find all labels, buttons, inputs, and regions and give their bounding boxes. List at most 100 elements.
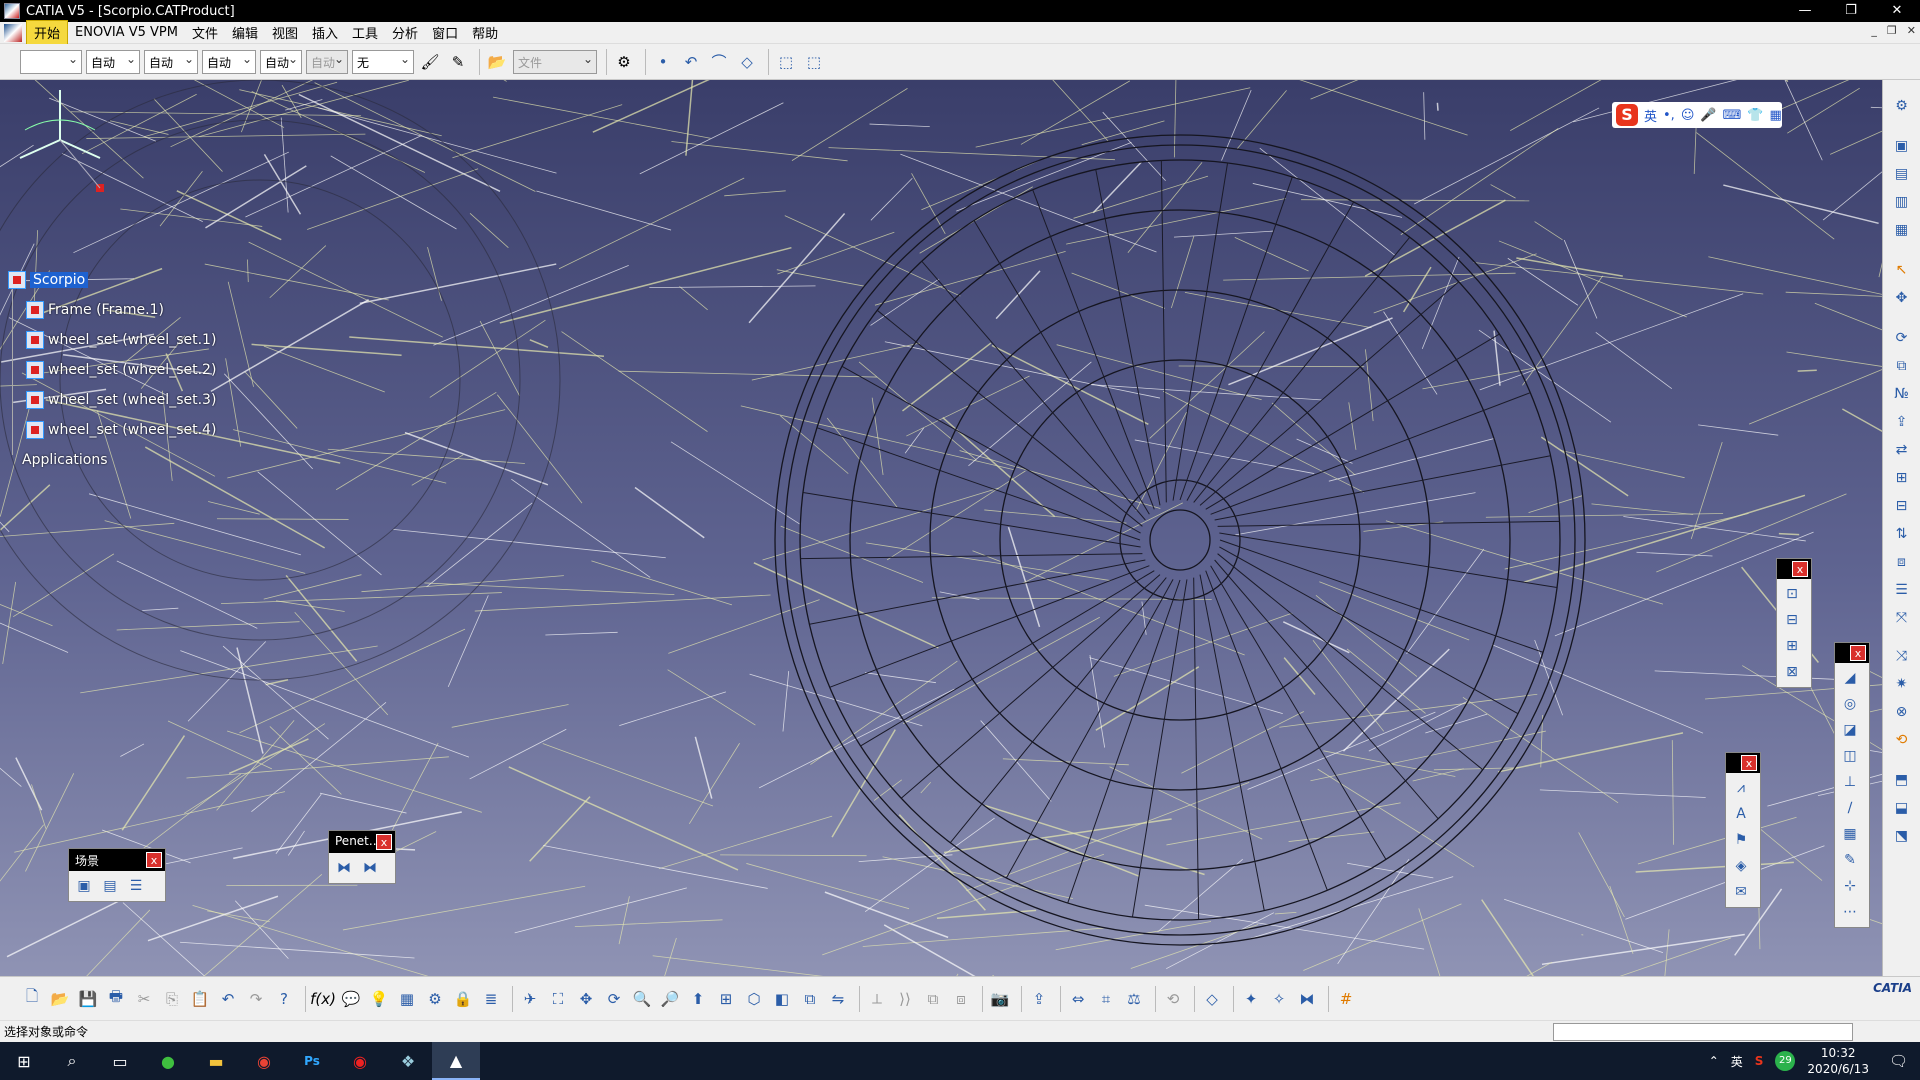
annotations-toolbar-close-button[interactable]: x	[1741, 755, 1757, 771]
multi-view-icon[interactable]: ⊞	[714, 987, 738, 1011]
menu-help[interactable]: 帮助	[465, 21, 505, 44]
apply-scene-icon[interactable]: ▤	[99, 875, 121, 897]
tree-item-applications[interactable]: Applications	[8, 445, 216, 475]
annotation-icon[interactable]: ✎	[1839, 849, 1861, 871]
chrome-icon[interactable]: ◉	[240, 1042, 288, 1080]
swap-visible-space-icon[interactable]: ⇋	[826, 987, 850, 1011]
zoom-in-icon[interactable]: 🔍	[630, 987, 654, 1011]
open-icon[interactable]: 📂	[48, 987, 72, 1011]
tray-badge[interactable]: 29	[1775, 1051, 1796, 1071]
sogou-ime-icon[interactable]: S	[1616, 104, 1638, 126]
close-button[interactable]: ✕	[1874, 0, 1920, 22]
pocket-icon[interactable]: ◪	[1839, 719, 1861, 741]
undo-icon[interactable]: ↶	[216, 987, 240, 1011]
mdi-restore-button[interactable]: ❐	[1887, 24, 1897, 37]
hole-icon[interactable]: ◎	[1839, 693, 1861, 715]
surface-icon[interactable]: ⌒	[707, 50, 731, 74]
existing-component-icon[interactable]: ⬔	[1890, 824, 1914, 847]
format-painter-icon[interactable]: 🖌	[418, 50, 442, 74]
whats-this-icon[interactable]: ?	[272, 987, 296, 1011]
color-combo[interactable]	[20, 49, 82, 74]
grid-icon[interactable]: ⋯	[1839, 901, 1861, 923]
grid-icon[interactable]: ▦	[1770, 108, 1782, 123]
add-icon[interactable]: ◫	[1839, 745, 1861, 767]
stop-manipulate-icon[interactable]: ⊗	[1890, 700, 1914, 723]
knowledge-advisor-icon[interactable]: ⚙	[423, 987, 447, 1011]
plane-icon[interactable]: ◇	[735, 50, 759, 74]
explode-icon[interactable]: ✷	[1890, 672, 1914, 695]
3d-viewport[interactable]: S 英 •, ☺ 🎤 ⌨ 👕 ▦ Scorpio Frame (Frame.1)…	[0, 80, 1882, 976]
component-icon[interactable]: ▤	[1890, 162, 1914, 185]
curve-icon[interactable]: ↶	[679, 50, 703, 74]
flexible-rigid-icon[interactable]: ⧈	[949, 987, 973, 1011]
update-all-icon[interactable]: ⟲	[1161, 987, 1185, 1011]
shading-icon[interactable]: ◧	[770, 987, 794, 1011]
assembly-features-toolbar-close-button[interactable]: x	[1850, 645, 1866, 661]
menu-insert[interactable]: 插入	[305, 21, 345, 44]
measure-inertia-icon[interactable]: ⚖	[1122, 987, 1146, 1011]
command-input[interactable]	[1553, 1023, 1853, 1041]
save-icon[interactable]: 💾	[76, 987, 100, 1011]
snap-icon[interactable]: ⤧	[1890, 606, 1914, 629]
tree-item-frame[interactable]: Frame (Frame.1)	[8, 295, 216, 325]
fit-all-icon[interactable]: ⛶	[546, 987, 570, 1011]
manage-representations-icon[interactable]: ⇄	[1890, 438, 1914, 461]
update-icon[interactable]: ⟲	[1890, 728, 1914, 751]
netease-music-icon[interactable]: ◉	[336, 1042, 384, 1080]
penetration-toolbar-close-button[interactable]: x	[376, 834, 392, 850]
file-combo[interactable]: 文件	[513, 49, 597, 74]
knowledge-icon[interactable]: ⬚	[774, 50, 798, 74]
tree-item-wheel-set-3[interactable]: wheel_set (wheel_set.3)	[8, 385, 216, 415]
windows-start-icon[interactable]: ⊞	[0, 1042, 48, 1080]
normal-view-icon[interactable]: ⬆	[686, 987, 710, 1011]
tree-item-wheel-set-1[interactable]: wheel_set (wheel_set.1)	[8, 325, 216, 355]
clash-analysis-icon[interactable]: ✦	[1239, 987, 1263, 1011]
measure-item-icon[interactable]: ⌗	[1094, 987, 1118, 1011]
sogou-tray-icon[interactable]: S	[1755, 1054, 1764, 1068]
constraints-toolbar-close-button[interactable]: x	[1792, 561, 1808, 577]
select-arrow-icon[interactable]: ↖	[1890, 258, 1914, 281]
system-clock[interactable]: 10:32 2020/6/13	[1807, 1045, 1869, 1077]
emoji-icon[interactable]: ☺	[1681, 108, 1695, 123]
rotate-icon[interactable]: ⟳	[602, 987, 626, 1011]
line-type-combo[interactable]: 自动	[202, 49, 256, 74]
skin-icon[interactable]: 👕	[1747, 108, 1763, 123]
rule-icon[interactable]: ⬚	[802, 50, 826, 74]
define-components-icon[interactable]: ⧈	[1890, 550, 1914, 573]
table-icon[interactable]: ▦	[395, 987, 419, 1011]
smart-move-icon[interactable]: ⤨	[1890, 644, 1914, 667]
part-icon[interactable]: ▦	[1890, 218, 1914, 241]
publication-icon[interactable]: ✉	[1730, 881, 1752, 903]
fly-mode-icon[interactable]: ✈	[518, 987, 542, 1011]
notification-icon[interactable]: 🗨	[1889, 1052, 1908, 1070]
reorder-icon[interactable]: ⇅	[1890, 522, 1914, 545]
replace-component-icon[interactable]: ⟳	[1890, 326, 1914, 349]
copy-icon[interactable]: ⎘	[160, 987, 184, 1011]
compare-products-icon[interactable]: ⧓	[1295, 987, 1319, 1011]
compass-icon[interactable]	[0, 80, 120, 210]
task-view-icon[interactable]: ▭	[96, 1042, 144, 1080]
transparency-combo[interactable]: 自动	[86, 49, 140, 74]
ime-language[interactable]: 英	[1644, 106, 1657, 125]
constraint-icon[interactable]: ⟂	[865, 987, 889, 1011]
flag-note-icon[interactable]: ⚑	[1730, 829, 1752, 851]
search-icon[interactable]: ⌕	[48, 1042, 96, 1080]
line-thickness-combo[interactable]: 自动	[144, 49, 198, 74]
pan-icon[interactable]: ✥	[574, 987, 598, 1011]
scene-list-icon[interactable]: ☰	[125, 875, 147, 897]
grid-snap-icon[interactable]: #	[1334, 987, 1358, 1011]
lock-icon[interactable]: 🔒	[451, 987, 475, 1011]
new-part-icon[interactable]: ⬓	[1890, 796, 1914, 819]
coincidence-icon[interactable]: ⊡	[1781, 583, 1803, 605]
browser-360-icon[interactable]: ●	[144, 1042, 192, 1080]
menu-view[interactable]: 视图	[265, 21, 305, 44]
create-scene-icon[interactable]: ▣	[73, 875, 95, 897]
point-type-combo[interactable]: 自动	[260, 49, 302, 74]
product-structure-icon[interactable]: ⚙	[1890, 94, 1914, 117]
workbench-icon[interactable]: ▣	[1890, 134, 1914, 157]
fix-icon[interactable]: ⊠	[1781, 661, 1803, 683]
iso-view-icon[interactable]: ⬡	[742, 987, 766, 1011]
zoom-out-icon[interactable]: 🔎	[658, 987, 682, 1011]
offset-icon[interactable]: ⊞	[1781, 635, 1803, 657]
hide-show-icon[interactable]: ⧉	[798, 987, 822, 1011]
